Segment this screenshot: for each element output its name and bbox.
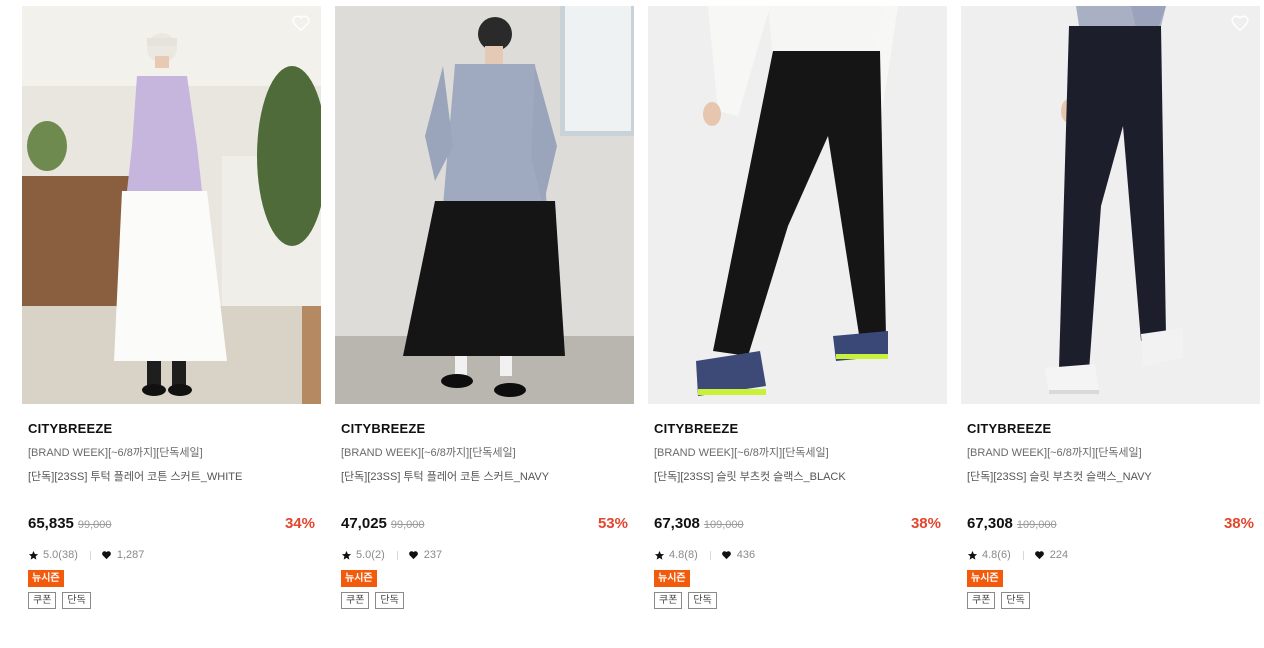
coupon-tag: 쿠폰: [341, 592, 370, 609]
star-icon: [967, 550, 978, 560]
product-image[interactable]: [22, 6, 321, 404]
heart-filled-icon: [408, 551, 418, 560]
star-icon: [28, 550, 39, 560]
product-meta: 4.8(6) 224: [967, 548, 1256, 562]
product-image[interactable]: [961, 6, 1260, 404]
product-image[interactable]: [335, 6, 634, 404]
sale-price: 47,025: [341, 515, 387, 532]
rating-value: 4.8(8): [669, 549, 698, 561]
new-season-badge: 뉴시즌: [654, 570, 690, 587]
new-season-badge: 뉴시즌: [341, 570, 377, 587]
product-meta: 4.8(8) 436: [654, 548, 943, 562]
tag-list: 쿠폰 단독: [341, 592, 630, 609]
new-season-badge: 뉴시즌: [28, 570, 64, 587]
meta-divider: [396, 550, 398, 560]
discount-rate: 34%: [284, 515, 315, 532]
price-row: 67,308 109,000 38%: [967, 515, 1256, 535]
discount-rate: 38%: [910, 515, 941, 532]
product-meta: 5.0(2) 237: [341, 548, 630, 562]
star-icon: [654, 550, 665, 560]
meta-divider: [1022, 550, 1024, 560]
heart-filled-icon: [101, 551, 111, 560]
discount-rate: 53%: [597, 515, 628, 532]
coupon-tag: 쿠폰: [28, 592, 57, 609]
product-name[interactable]: [단독][23SS] 투턱 플레어 코튼 스커트_WHITE: [28, 470, 317, 485]
product-promo: [BRAND WEEK][~6/8까지][단독세일]: [28, 447, 203, 459]
product-brand[interactable]: CITYBREEZE: [654, 421, 943, 437]
like-count: 1,287: [116, 549, 145, 561]
product-info: CITYBREEZE [BRAND WEEK][~6/8까지][단독세일] [단…: [335, 421, 634, 609]
tag-list: 쿠폰 단독: [654, 592, 943, 609]
rating-value: 4.8(6): [982, 549, 1011, 561]
original-price: 109,000: [703, 519, 744, 531]
sale-price: 65,835: [28, 515, 74, 532]
product-name[interactable]: [단독][23SS] 투턱 플레어 코튼 스커트_NAVY: [341, 470, 630, 485]
like-count: 237: [423, 549, 443, 561]
meta-divider: [89, 550, 91, 560]
tag-list: 쿠폰 단독: [28, 592, 317, 609]
discount-rate: 38%: [1223, 515, 1254, 532]
product-card[interactable]: CITYBREEZE [BRAND WEEK][~6/8까지][단독세일] [단…: [335, 6, 634, 609]
sale-price: 67,308: [967, 515, 1013, 532]
meta-divider: [709, 550, 711, 560]
rating-value: 5.0(2): [356, 549, 385, 561]
original-price: 99,000: [77, 519, 112, 531]
product-info: CITYBREEZE [BRAND WEEK][~6/8까지][단독세일] [단…: [648, 421, 947, 609]
product-image[interactable]: [648, 6, 947, 404]
heart-filled-icon: [1034, 551, 1044, 560]
product-photo-navy-slacks: [961, 6, 1260, 404]
product-card[interactable]: CITYBREEZE [BRAND WEEK][~6/8까지][단독세일] [단…: [22, 6, 321, 609]
rating-value: 5.0(38): [43, 549, 78, 561]
product-promo: [BRAND WEEK][~6/8까지][단독세일]: [341, 447, 516, 459]
sale-price: 67,308: [654, 515, 700, 532]
wishlist-heart-icon[interactable]: [291, 14, 311, 32]
new-season-badge: 뉴시즌: [967, 570, 1003, 587]
product-grid: CITYBREEZE [BRAND WEEK][~6/8까지][단독세일] [단…: [22, 6, 1260, 609]
like-count: 224: [1049, 549, 1069, 561]
coupon-tag: 쿠폰: [967, 592, 996, 609]
wishlist-heart-icon[interactable]: [1230, 14, 1250, 32]
exclusive-tag: 단독: [1001, 592, 1030, 609]
product-name[interactable]: [단독][23SS] 슬릿 부츠컷 슬랙스_NAVY: [967, 470, 1256, 485]
product-info: CITYBREEZE [BRAND WEEK][~6/8까지][단독세일] [단…: [961, 421, 1260, 609]
product-card[interactable]: CITYBREEZE [BRAND WEEK][~6/8까지][단독세일] [단…: [648, 6, 947, 609]
tag-list: 쿠폰 단독: [967, 592, 1256, 609]
product-meta: 5.0(38) 1,287: [28, 548, 317, 562]
original-price: 99,000: [390, 519, 425, 531]
product-info: CITYBREEZE [BRAND WEEK][~6/8까지][단독세일] [단…: [22, 421, 321, 609]
product-promo: [BRAND WEEK][~6/8까지][단독세일]: [967, 447, 1142, 459]
product-promo: [BRAND WEEK][~6/8까지][단독세일]: [654, 447, 829, 459]
coupon-tag: 쿠폰: [654, 592, 683, 609]
product-brand[interactable]: CITYBREEZE: [341, 421, 630, 437]
price-row: 47,025 99,000 53%: [341, 515, 630, 535]
product-photo-navy-skirt: [335, 6, 634, 404]
product-photo-white-skirt: [22, 6, 321, 404]
exclusive-tag: 단독: [375, 592, 404, 609]
star-icon: [341, 550, 352, 560]
price-row: 65,835 99,000 34%: [28, 515, 317, 535]
exclusive-tag: 단독: [688, 592, 717, 609]
original-price: 109,000: [1016, 519, 1057, 531]
heart-filled-icon: [721, 551, 731, 560]
product-photo-black-slacks: [648, 6, 947, 404]
price-row: 67,308 109,000 38%: [654, 515, 943, 535]
like-count: 436: [736, 549, 756, 561]
product-brand[interactable]: CITYBREEZE: [28, 421, 317, 437]
product-brand[interactable]: CITYBREEZE: [967, 421, 1256, 437]
product-card[interactable]: CITYBREEZE [BRAND WEEK][~6/8까지][단독세일] [단…: [961, 6, 1260, 609]
exclusive-tag: 단독: [62, 592, 91, 609]
product-name[interactable]: [단독][23SS] 슬릿 부츠컷 슬랙스_BLACK: [654, 470, 943, 485]
